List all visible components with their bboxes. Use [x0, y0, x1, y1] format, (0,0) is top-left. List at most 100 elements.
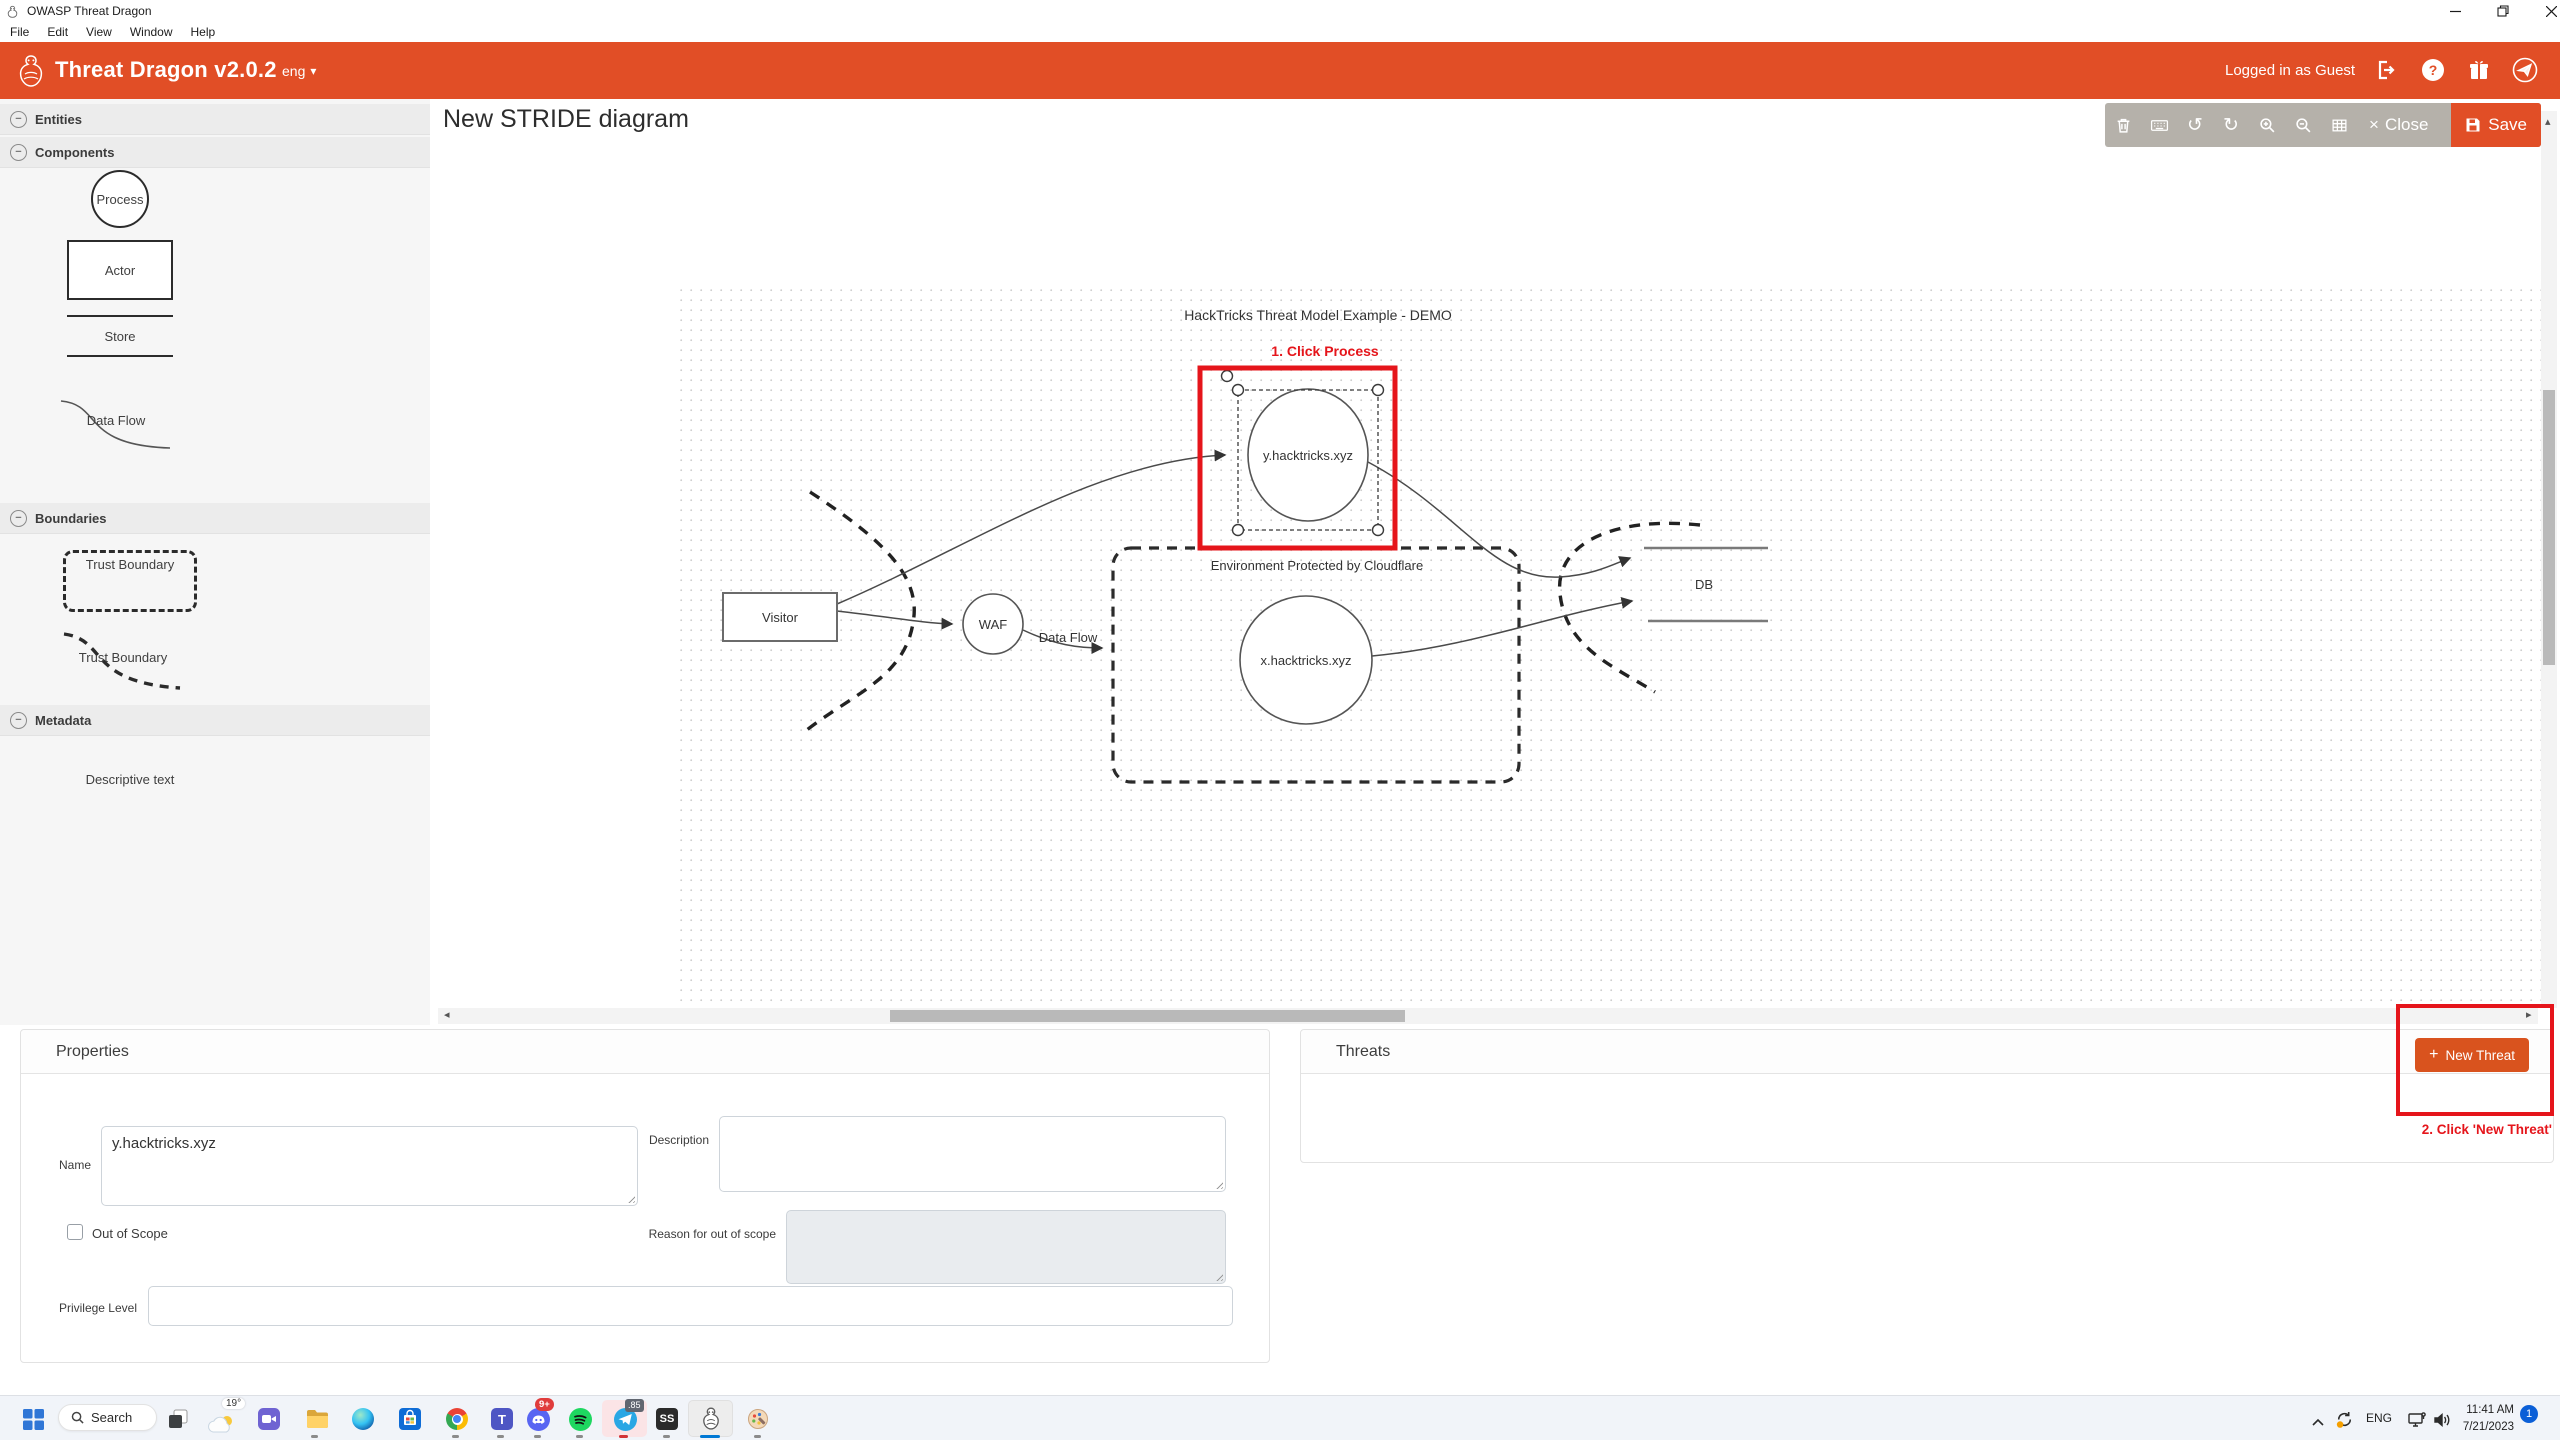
telegram-badge: .85 — [625, 1399, 644, 1412]
ss-active-indicator — [663, 1435, 670, 1438]
v-scrollbar-thumb[interactable] — [2543, 390, 2555, 665]
new-threat-label: New Threat — [2445, 1048, 2515, 1063]
privilege-level-field[interactable] — [148, 1286, 1233, 1326]
description-field[interactable] — [719, 1116, 1226, 1192]
section-components[interactable]: − Components — [0, 137, 430, 168]
stencil-process[interactable]: Process — [91, 170, 149, 228]
properties-panel-header: Properties — [21, 1030, 1269, 1074]
name-field-wrap: y.hacktricks.xyz — [101, 1126, 638, 1206]
plus-icon: + — [2429, 1046, 2438, 1064]
start-button-icon[interactable] — [21, 1407, 45, 1431]
ss-app-label: SS — [656, 1408, 678, 1430]
close-window-button[interactable] — [2531, 0, 2560, 22]
section-boundaries-label: Boundaries — [35, 511, 107, 526]
section-metadata-label: Metadata — [35, 713, 91, 728]
edge-data-flow-label: Data Flow — [1039, 630, 1098, 645]
language-label: eng — [282, 63, 305, 79]
ss-app-icon[interactable]: SS — [655, 1407, 679, 1431]
tray-sync-icon[interactable] — [2332, 1407, 2356, 1431]
section-entities-label: Entities — [35, 112, 82, 127]
selection-handle[interactable] — [1373, 385, 1384, 396]
section-boundaries[interactable]: − Boundaries — [0, 503, 430, 534]
scroll-right-icon[interactable]: ▸ — [2526, 1010, 2532, 1021]
menu-file[interactable]: File — [10, 25, 29, 39]
out-of-scope-checkbox[interactable] — [67, 1224, 83, 1240]
stencil-trust-boundary-box-label: Trust Boundary — [86, 557, 174, 609]
chat-app-icon[interactable] — [257, 1407, 281, 1431]
trust-boundary-cloudflare-label: Environment Protected by Cloudflare — [1211, 558, 1423, 573]
tray-date: 7/21/2023 — [2448, 1419, 2514, 1436]
weather-widget-icon[interactable] — [206, 1411, 236, 1435]
stencil-actor-label: Actor — [105, 263, 135, 278]
tray-network-icon[interactable] — [2405, 1408, 2429, 1432]
stencil-store[interactable]: Store — [67, 315, 173, 357]
spotify-app-icon[interactable] — [568, 1407, 592, 1431]
task-view-icon[interactable] — [166, 1407, 190, 1431]
microsoft-store-icon[interactable] — [398, 1407, 422, 1431]
search-input[interactable]: Search — [58, 1404, 157, 1431]
scroll-up-icon[interactable]: ▴ — [2545, 117, 2551, 128]
scroll-left-icon[interactable]: ◂ — [444, 1010, 450, 1021]
description-label: Description — [621, 1133, 709, 1147]
window-title: OWASP Threat Dragon — [27, 4, 152, 18]
node-x-process-label: x.hacktricks.xyz — [1260, 653, 1351, 668]
name-label: Name — [41, 1158, 91, 1172]
edge-browser-icon[interactable] — [351, 1407, 375, 1431]
minimize-button[interactable] — [2435, 0, 2475, 22]
stencil-trust-boundary-curve[interactable]: Trust Boundary — [60, 630, 186, 692]
h-scrollbar-track[interactable] — [438, 1008, 2538, 1024]
notification-badge[interactable]: 1 — [2520, 1405, 2538, 1423]
tray-chevron-up-icon[interactable] — [2306, 1410, 2330, 1434]
tray-language[interactable]: ENG — [2366, 1411, 2392, 1425]
owasp-plane-icon[interactable] — [2512, 57, 2538, 83]
diagram-canvas[interactable]: HackTricks Threat Model Example - DEMO 1… — [430, 99, 2560, 1025]
paint-app-icon[interactable] — [746, 1407, 770, 1431]
menu-help[interactable]: Help — [191, 25, 216, 39]
gift-icon[interactable] — [2466, 57, 2492, 83]
annotation-step2: 2. Click 'New Threat' — [2290, 1122, 2552, 1137]
node-waf-label: WAF — [979, 617, 1007, 632]
teams-active-indicator — [497, 1435, 504, 1438]
name-field[interactable]: y.hacktricks.xyz — [101, 1126, 638, 1206]
selection-handle[interactable] — [1233, 385, 1244, 396]
collapse-icon: − — [10, 111, 27, 128]
file-explorer-icon[interactable] — [305, 1407, 329, 1431]
stencil-actor[interactable]: Actor — [67, 240, 173, 300]
telegram-active-indicator — [619, 1435, 628, 1438]
search-placeholder: Search — [91, 1410, 132, 1425]
threat-dragon-app-icon[interactable] — [699, 1406, 723, 1430]
logout-icon[interactable] — [2372, 57, 2398, 83]
new-threat-button[interactable]: + New Threat — [2415, 1038, 2529, 1072]
menu-window[interactable]: Window — [130, 25, 173, 39]
section-metadata[interactable]: − Metadata — [0, 705, 430, 736]
stencil-trust-boundary-box[interactable]: Trust Boundary — [63, 550, 197, 612]
chrome-active-indicator — [452, 1435, 459, 1438]
section-entities[interactable]: − Entities — [0, 104, 430, 135]
menu-edit[interactable]: Edit — [47, 25, 68, 39]
node-y-process-label: y.hacktricks.xyz — [1263, 448, 1353, 463]
menu-view[interactable]: View — [86, 25, 112, 39]
stencil-descriptive-text[interactable]: Descriptive text — [55, 771, 205, 789]
taskbar: Search 19° T — [0, 1395, 2560, 1440]
selection-handle[interactable] — [1373, 525, 1384, 536]
weather-temp: 19° — [222, 1398, 245, 1409]
language-dropdown[interactable]: eng ▾ — [282, 63, 316, 79]
search-icon — [71, 1411, 84, 1424]
app-icon — [6, 5, 19, 18]
teams-app-icon[interactable]: T — [490, 1407, 514, 1431]
chrome-browser-icon[interactable] — [445, 1407, 469, 1431]
collapse-icon: − — [10, 712, 27, 729]
menu-bar: File Edit View Window Help — [0, 22, 2560, 43]
stencil-data-flow[interactable]: Data Flow — [58, 395, 174, 453]
svg-text:?: ? — [2429, 62, 2438, 78]
selection-handle[interactable] — [1233, 525, 1244, 536]
reason-field — [786, 1210, 1226, 1284]
help-icon[interactable]: ? — [2420, 57, 2446, 83]
diagram-paper[interactable] — [673, 287, 2541, 1005]
stencil-process-label: Process — [97, 192, 144, 207]
tray-clock[interactable]: 11:41 AM 7/21/2023 — [2448, 1402, 2514, 1435]
h-scrollbar-thumb[interactable] — [890, 1010, 1405, 1022]
stencil-data-flow-label: Data Flow — [87, 413, 146, 428]
paint-active-indicator — [754, 1435, 761, 1438]
restore-button[interactable] — [2483, 0, 2523, 22]
